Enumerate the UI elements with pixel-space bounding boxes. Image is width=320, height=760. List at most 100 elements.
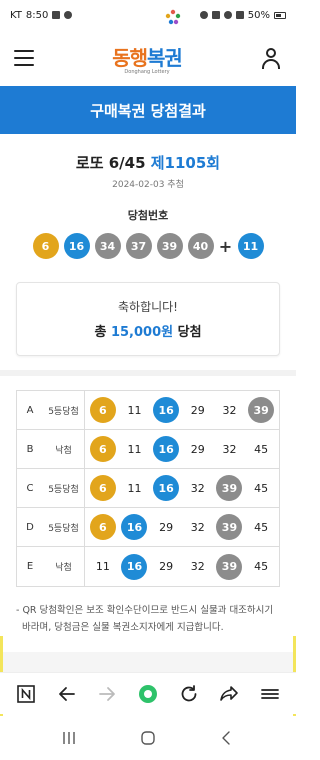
winning-number-ball: 6	[32, 233, 59, 259]
game-number: 11	[127, 403, 142, 417]
matched-number-ball: 6	[89, 436, 116, 462]
chat-notification-icon	[64, 11, 73, 19]
donghaeng-lottery-logo[interactable]: 동행복권 Donghang Lottery	[112, 42, 183, 75]
status-left: KT 8:50	[10, 9, 73, 21]
matched-number-ball: 39	[216, 553, 243, 580]
congrats-box: 축하합니다! 총 15,000원 당첨	[16, 282, 280, 356]
game-letter: C	[26, 482, 34, 494]
home-dot-icon[interactable]	[135, 681, 161, 707]
battery-percent: 50%	[247, 9, 270, 21]
winning-numbers-label: 당첨번호	[127, 209, 169, 222]
alarm-icon	[199, 11, 208, 19]
naver-icon[interactable]	[13, 681, 39, 707]
prize-line: 총 15,000원 당첨	[94, 321, 201, 340]
game-numbers: 11 16 29 32 39 45	[85, 553, 279, 580]
game-numbers: 6 11 16 29 32 45	[85, 436, 279, 462]
draw-date: 2024-02-03 추첨	[112, 180, 184, 190]
matched-number-ball: 39	[248, 397, 275, 423]
logo-text-part2: 복권	[147, 45, 183, 70]
footer-area	[0, 652, 296, 672]
matched-number-ball: 16	[153, 475, 180, 501]
game-number: 45	[254, 481, 269, 495]
game-result: 낙첨	[43, 430, 85, 468]
battery-icon	[274, 11, 286, 19]
matched-number-ball: 39	[216, 475, 243, 501]
game-letter: A	[26, 404, 34, 416]
game-row: A 5등당첨 6 11 16 29 32 39	[17, 391, 279, 430]
matched-number-ball: 16	[121, 553, 148, 580]
notice-text: - QR 당첨확인은 보조 확인수단이므로 반드시 실물과 대조하시기 바라며,…	[16, 602, 284, 636]
bonus-plus-sign: +	[218, 236, 233, 256]
matched-number-ball: 6	[89, 475, 116, 501]
status-right: 50%	[199, 9, 286, 21]
notice-line-2: 바라며, 당첨금은 실물 복권소지자에게 지급합니다.	[22, 622, 224, 633]
game-letter: E	[26, 561, 34, 572]
status-bar: KT 8:50 50%	[0, 0, 296, 30]
game-number: 29	[190, 442, 205, 456]
matched-number-ball: 16	[153, 397, 180, 423]
hamburger-menu-icon[interactable]	[14, 50, 34, 66]
prize-amount: 15,000원	[110, 325, 174, 340]
game-number: 11	[127, 442, 142, 456]
winning-number-ball: 39	[156, 233, 183, 259]
prize-prefix: 총	[94, 325, 107, 340]
matched-number-ball: 16	[153, 436, 180, 462]
game-numbers: 6 16 29 32 39 45	[85, 514, 279, 540]
game-number: 11	[127, 481, 142, 495]
system-navigation-bar	[0, 716, 296, 760]
share-icon[interactable]	[216, 681, 242, 707]
carrier-label: KT	[10, 9, 22, 21]
game-number: 32	[190, 560, 205, 573]
refresh-icon[interactable]	[176, 681, 202, 707]
bonus-number-ball: 11	[237, 233, 264, 259]
game-result: 5등당첨	[43, 391, 85, 429]
game-number: 45	[254, 560, 269, 573]
game-row: E 낙첨 11 16 29 32 39 45	[17, 547, 279, 586]
draw-title: 로또 6/45 제1105회	[0, 152, 296, 173]
prize-suffix: 당첨	[177, 325, 202, 340]
winning-number-ball: 34	[94, 233, 121, 259]
matched-number-ball: 39	[216, 514, 243, 540]
gallery-notification-icon	[52, 11, 61, 19]
clock: 8:50	[25, 9, 49, 21]
winning-number-ball: 37	[125, 233, 152, 259]
notice-line-1: - QR 당첨확인은 보조 확인수단이므로 반드시 실물과 대조하시기	[16, 605, 274, 616]
game-number: 29	[190, 403, 205, 417]
game-number: 29	[159, 520, 174, 534]
signal-icon	[235, 11, 244, 19]
user-profile-icon[interactable]	[260, 47, 282, 69]
back-arrow-icon[interactable]	[54, 681, 80, 707]
winning-number-ball: 16	[63, 233, 90, 259]
game-number: 32	[190, 481, 205, 495]
forward-arrow-icon[interactable]	[94, 681, 120, 707]
winning-numbers: 6 16 34 37 39 40 +11	[0, 233, 296, 259]
purchased-games-table: A 5등당첨 6 11 16 29 32 39 B 낙첨 6 11 16 29 32 45 C 5등당첨 6 11 16…	[16, 390, 280, 587]
game-result: 낙첨	[43, 547, 85, 586]
game-number: 45	[254, 442, 269, 456]
menu-icon[interactable]	[257, 681, 283, 707]
game-numbers: 6 11 16 29 32 39	[85, 397, 279, 423]
logo-text-part1: 동행	[112, 45, 148, 70]
game-number: 29	[159, 560, 174, 573]
game-number: 45	[254, 520, 269, 534]
home-icon[interactable]	[133, 723, 163, 753]
back-icon[interactable]	[212, 723, 242, 753]
game-number: 32	[222, 403, 237, 417]
browser-toolbar	[0, 672, 296, 714]
game-row: D 5등당첨 6 16 29 32 39 45	[17, 508, 279, 547]
logo-star-icon	[165, 9, 181, 25]
wifi-icon	[223, 11, 232, 19]
congrats-message: 축하합니다!	[117, 300, 178, 314]
mute-icon	[211, 11, 220, 19]
game-number: 11	[95, 560, 110, 573]
recent-apps-icon[interactable]	[54, 723, 84, 753]
page-title-banner: 구매복권 당첨결과	[0, 86, 296, 134]
logo-subtitle: Donghang Lottery	[124, 68, 170, 75]
game-result: 5등당첨	[43, 469, 85, 507]
game-letter: D	[26, 521, 34, 533]
game-letter: B	[26, 443, 34, 455]
draw-round: 제1105회	[150, 154, 221, 172]
game-numbers: 6 11 16 32 39 45	[85, 475, 279, 501]
game-row: C 5등당첨 6 11 16 32 39 45	[17, 469, 279, 508]
winning-number-ball: 40	[187, 233, 214, 259]
